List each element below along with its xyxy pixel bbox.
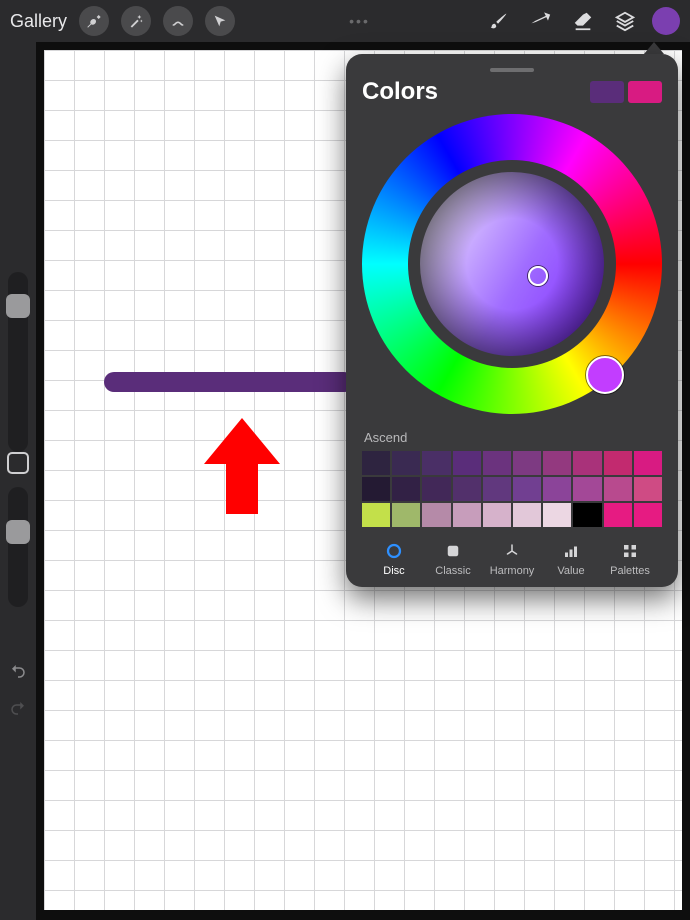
palette-cell[interactable] (453, 503, 481, 527)
palette-cell[interactable] (604, 477, 632, 501)
palette-cell[interactable] (483, 477, 511, 501)
palette-cell[interactable] (513, 477, 541, 501)
palette-cell[interactable] (573, 503, 601, 527)
primary-swatch[interactable] (590, 81, 624, 103)
tab-classic[interactable]: Classic (425, 541, 481, 577)
color-panel: Colors Ascend Disc Classic (346, 54, 678, 587)
annotation-arrow (202, 418, 282, 514)
classic-icon (443, 541, 463, 561)
smudge-icon[interactable] (526, 6, 556, 36)
palette-cell[interactable] (513, 451, 541, 475)
procreate-app: Gallery ••• (0, 0, 690, 920)
palette-cell[interactable] (634, 451, 662, 475)
sv-disc[interactable] (420, 172, 604, 356)
spacer: ••• (247, 13, 472, 29)
palette-cell[interactable] (483, 451, 511, 475)
left-sidebar (0, 42, 36, 920)
panel-grip[interactable] (490, 68, 534, 72)
palette-cell[interactable] (422, 451, 450, 475)
palette-cell[interactable] (392, 451, 420, 475)
secondary-swatch[interactable] (628, 81, 662, 103)
palette-cell[interactable] (513, 503, 541, 527)
s-curve-icon[interactable] (163, 6, 193, 36)
palette-cell[interactable] (604, 451, 632, 475)
palette-cell[interactable] (362, 477, 390, 501)
modify-button[interactable] (7, 452, 29, 474)
palette-cell[interactable] (573, 451, 601, 475)
hue-cursor[interactable] (586, 356, 624, 394)
palette-cell[interactable] (453, 477, 481, 501)
sv-cursor[interactable] (528, 266, 548, 286)
palette-cell[interactable] (422, 477, 450, 501)
palette-cell[interactable] (543, 503, 571, 527)
palette-cell[interactable] (392, 477, 420, 501)
palette-cell[interactable] (422, 503, 450, 527)
tab-value[interactable]: Value (543, 541, 599, 577)
pointer-icon[interactable] (205, 6, 235, 36)
palette-cell[interactable] (453, 451, 481, 475)
palette-grid (362, 451, 662, 527)
value-icon (561, 541, 581, 561)
palette-cell[interactable] (604, 503, 632, 527)
palette-name: Ascend (364, 430, 660, 445)
palette-cell[interactable] (543, 451, 571, 475)
brush-icon[interactable] (484, 6, 514, 36)
panel-tail (644, 42, 664, 54)
undo-icon[interactable] (9, 662, 27, 685)
tab-harmony[interactable]: Harmony (484, 541, 540, 577)
tab-palettes[interactable]: Palettes (602, 541, 658, 577)
opacity-knob[interactable] (6, 520, 30, 544)
palette-cell[interactable] (362, 503, 390, 527)
overflow-dots-icon[interactable]: ••• (247, 13, 472, 29)
harmony-icon (502, 541, 522, 561)
eraser-icon[interactable] (568, 6, 598, 36)
panel-tabs: Disc Classic Harmony Value Palettes (362, 541, 662, 577)
palette-cell[interactable] (483, 503, 511, 527)
layers-icon[interactable] (610, 6, 640, 36)
palette-cell[interactable] (634, 503, 662, 527)
color-swatches (590, 81, 662, 103)
wand-icon[interactable] (121, 6, 151, 36)
opacity-slider[interactable] (8, 487, 28, 607)
top-toolbar: Gallery ••• (0, 0, 690, 42)
palette-cell[interactable] (392, 503, 420, 527)
gallery-button[interactable]: Gallery (10, 11, 67, 32)
palettes-icon (620, 541, 640, 561)
tab-disc[interactable]: Disc (366, 541, 422, 577)
redo-icon[interactable] (9, 699, 27, 722)
current-color-button[interactable] (652, 7, 680, 35)
brush-size-knob[interactable] (6, 294, 30, 318)
color-wheel[interactable] (362, 114, 662, 414)
panel-title: Colors (362, 78, 438, 106)
wrench-icon[interactable] (79, 6, 109, 36)
palette-cell[interactable] (543, 477, 571, 501)
palette-cell[interactable] (573, 477, 601, 501)
brush-stroke (104, 372, 354, 392)
palette-cell[interactable] (634, 477, 662, 501)
palette-cell[interactable] (362, 451, 390, 475)
disc-icon (384, 541, 404, 561)
